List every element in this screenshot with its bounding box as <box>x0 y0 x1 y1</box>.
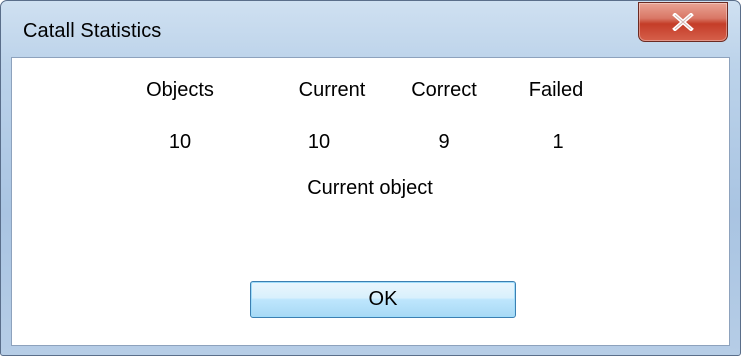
failed-value: 1 <box>552 131 564 153</box>
objects-header: Objects <box>146 79 214 101</box>
current-object-label: Current object <box>307 177 433 199</box>
dialog-window: Catall Statistics Objects Current Correc… <box>0 0 741 356</box>
correct-value: 9 <box>438 131 450 153</box>
dialog-content: Objects Current Correct Failed 10 10 9 1… <box>11 57 730 346</box>
close-button[interactable] <box>638 2 728 42</box>
ok-button[interactable]: OK <box>250 281 516 318</box>
current-header: Current <box>298 79 366 101</box>
failed-header: Failed <box>528 79 584 101</box>
window-title: Catall Statistics <box>23 20 162 42</box>
current-value: 10 <box>307 131 331 153</box>
correct-header: Correct <box>411 79 477 101</box>
objects-value: 10 <box>168 131 192 153</box>
close-icon <box>672 13 694 31</box>
title-bar[interactable]: Catall Statistics <box>1 1 740 57</box>
